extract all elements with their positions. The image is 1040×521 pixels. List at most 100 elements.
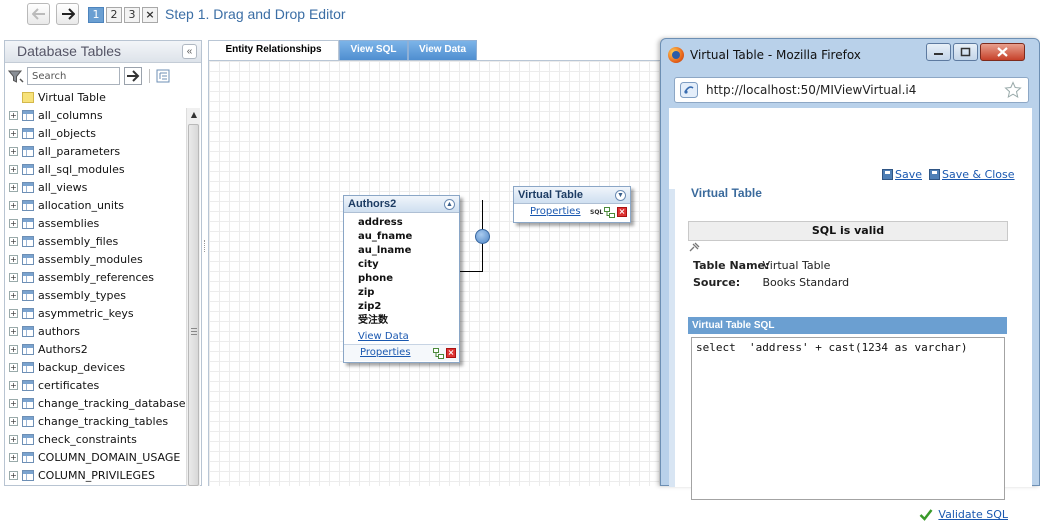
entity-header[interactable]: Authors2 ▲ (344, 196, 459, 213)
step-2-button[interactable]: 2 (106, 7, 122, 23)
tab-entity-relationships[interactable]: Entity Relationships (208, 40, 339, 60)
sql-editor[interactable]: select 'address' + cast(1234 as varchar) (691, 337, 1005, 500)
bookmark-star-icon[interactable] (1004, 81, 1022, 99)
expand-icon[interactable]: + (9, 309, 18, 318)
tree-item[interactable]: + assembly_references (5, 269, 185, 287)
tree-item[interactable]: + allocation_units (5, 197, 185, 215)
expand-icon[interactable]: + (9, 381, 18, 390)
tree-item[interactable]: + assembly_types (5, 287, 185, 305)
properties-link[interactable]: Properties (530, 204, 581, 220)
expand-icon[interactable]: + (9, 255, 18, 264)
relation-icon[interactable] (433, 348, 444, 359)
expand-icon[interactable]: + (9, 129, 18, 138)
entity-field[interactable]: 受注数 (358, 314, 459, 328)
panel-splitter[interactable] (203, 40, 207, 486)
tree-item[interactable]: + change_tracking_tables (5, 413, 185, 431)
entity-field[interactable]: zip (358, 286, 459, 300)
save-close-icon[interactable] (929, 169, 940, 180)
expand-icon[interactable]: + (9, 219, 18, 228)
expand-icon[interactable]: + (9, 327, 18, 336)
step-3-button[interactable]: 3 (124, 7, 140, 23)
tree-item[interactable]: + all_parameters (5, 143, 185, 161)
scroll-up-icon[interactable]: ▲ (187, 108, 201, 122)
search-go-button[interactable] (124, 67, 142, 85)
entity-virtual-table[interactable]: Virtual Table ▼ Properties SQL × (513, 186, 631, 223)
minimize-button[interactable] (926, 43, 951, 61)
filter-icon[interactable] (8, 70, 24, 84)
expand-icon[interactable]: + (9, 417, 18, 426)
forward-button[interactable] (56, 3, 79, 25)
delete-entity-icon[interactable]: × (617, 207, 627, 217)
expand-icon[interactable]: + (9, 471, 18, 480)
tree-item[interactable]: + all_columns (5, 107, 185, 125)
entity-field[interactable]: au_lname (358, 244, 459, 258)
tree-scrollbar[interactable]: ▲ (186, 108, 200, 486)
expand-icon[interactable]: + (9, 201, 18, 210)
address-bar[interactable]: http://localhost:50/MIViewVirtual.i4 (674, 77, 1029, 103)
relationship-node-icon[interactable] (475, 229, 490, 244)
collapse-panel-button[interactable]: « (182, 44, 197, 59)
expand-icon[interactable]: + (9, 453, 18, 462)
scroll-thumb[interactable] (188, 124, 199, 486)
expand-icon[interactable]: + (9, 165, 18, 174)
entity-field[interactable]: phone (358, 272, 459, 286)
tree-item[interactable]: + change_tracking_databases (5, 395, 191, 413)
step-1-button[interactable]: 1 (88, 7, 104, 23)
entity-field[interactable]: city (358, 258, 459, 272)
view-data-link[interactable]: View Data (358, 331, 409, 342)
url-text[interactable]: http://localhost:50/MIViewVirtual.i4 (706, 83, 916, 97)
expand-icon[interactable]: + (9, 273, 18, 282)
tree-item[interactable]: + assembly_files (5, 233, 185, 251)
tab-view-sql[interactable]: View SQL (339, 40, 408, 60)
pin-icon[interactable] (688, 242, 700, 253)
maximize-button[interactable] (953, 43, 978, 61)
collapse-entity-icon[interactable]: ▲ (444, 199, 455, 210)
tree-item[interactable]: + asymmetric_keys (5, 305, 185, 323)
expand-icon[interactable]: + (9, 111, 18, 120)
tree-item[interactable]: + COLUMN_PRIVILEGES (5, 467, 185, 485)
sql-badge-icon[interactable]: SQL (590, 205, 603, 221)
expand-icon[interactable]: + (9, 147, 18, 156)
relation-icon[interactable] (604, 207, 615, 218)
properties-link[interactable]: Properties (360, 345, 411, 361)
tree-item[interactable]: + check_constraints (5, 431, 185, 449)
back-button[interactable] (27, 3, 50, 25)
entity-field[interactable]: address (358, 216, 459, 230)
window-titlebar[interactable]: Virtual Table - Mozilla Firefox (661, 39, 1039, 71)
expand-icon[interactable]: + (9, 183, 18, 192)
tree-item[interactable]: + COLUMN_DOMAIN_USAGE (5, 449, 185, 467)
search-input[interactable] (27, 67, 120, 85)
delete-entity-icon[interactable]: × (446, 348, 456, 358)
popup-scrollbar[interactable] (669, 189, 675, 487)
expand-icon[interactable]: + (9, 399, 18, 408)
expand-icon[interactable]: + (9, 237, 18, 246)
save-close-link[interactable]: Save & Close (942, 168, 1015, 181)
tree-item[interactable]: + backup_devices (5, 359, 185, 377)
tree-item[interactable]: + certificates (5, 377, 185, 395)
entity-authors2[interactable]: Authors2 ▲ address au_fname au_lname city ph… (343, 195, 460, 363)
close-wizard-button[interactable]: × (142, 7, 158, 23)
entity-field[interactable]: zip2 (358, 300, 459, 314)
tree-item[interactable]: + all_views (5, 179, 185, 197)
tree-item[interactable]: + authors (5, 323, 185, 341)
tab-view-data[interactable]: View Data (408, 40, 477, 60)
entity-header[interactable]: Virtual Table ▼ (514, 187, 630, 204)
tree-view-icon[interactable] (156, 69, 170, 83)
expand-icon[interactable]: + (9, 435, 18, 444)
expand-icon[interactable]: + (9, 345, 18, 354)
tree-item[interactable]: + all_sql_modules (5, 161, 185, 179)
expand-entity-icon[interactable]: ▼ (615, 190, 626, 201)
expand-icon[interactable]: + (9, 363, 18, 372)
validate-sql-link[interactable]: Validate SQL (938, 508, 1008, 521)
entity-field[interactable]: au_fname (358, 230, 459, 244)
save-link[interactable]: Save (895, 168, 922, 181)
tree-item[interactable]: + Authors2 (5, 341, 185, 359)
tree-item[interactable]: + assembly_modules (5, 251, 185, 269)
site-identity-icon[interactable] (680, 82, 698, 98)
save-icon[interactable] (882, 169, 893, 180)
expand-icon[interactable]: + (9, 291, 18, 300)
tree-item[interactable]: + all_objects (5, 125, 185, 143)
close-window-button[interactable] (980, 43, 1025, 61)
tree-item[interactable]: Virtual Table (5, 89, 185, 107)
tree-item[interactable]: + assemblies (5, 215, 185, 233)
